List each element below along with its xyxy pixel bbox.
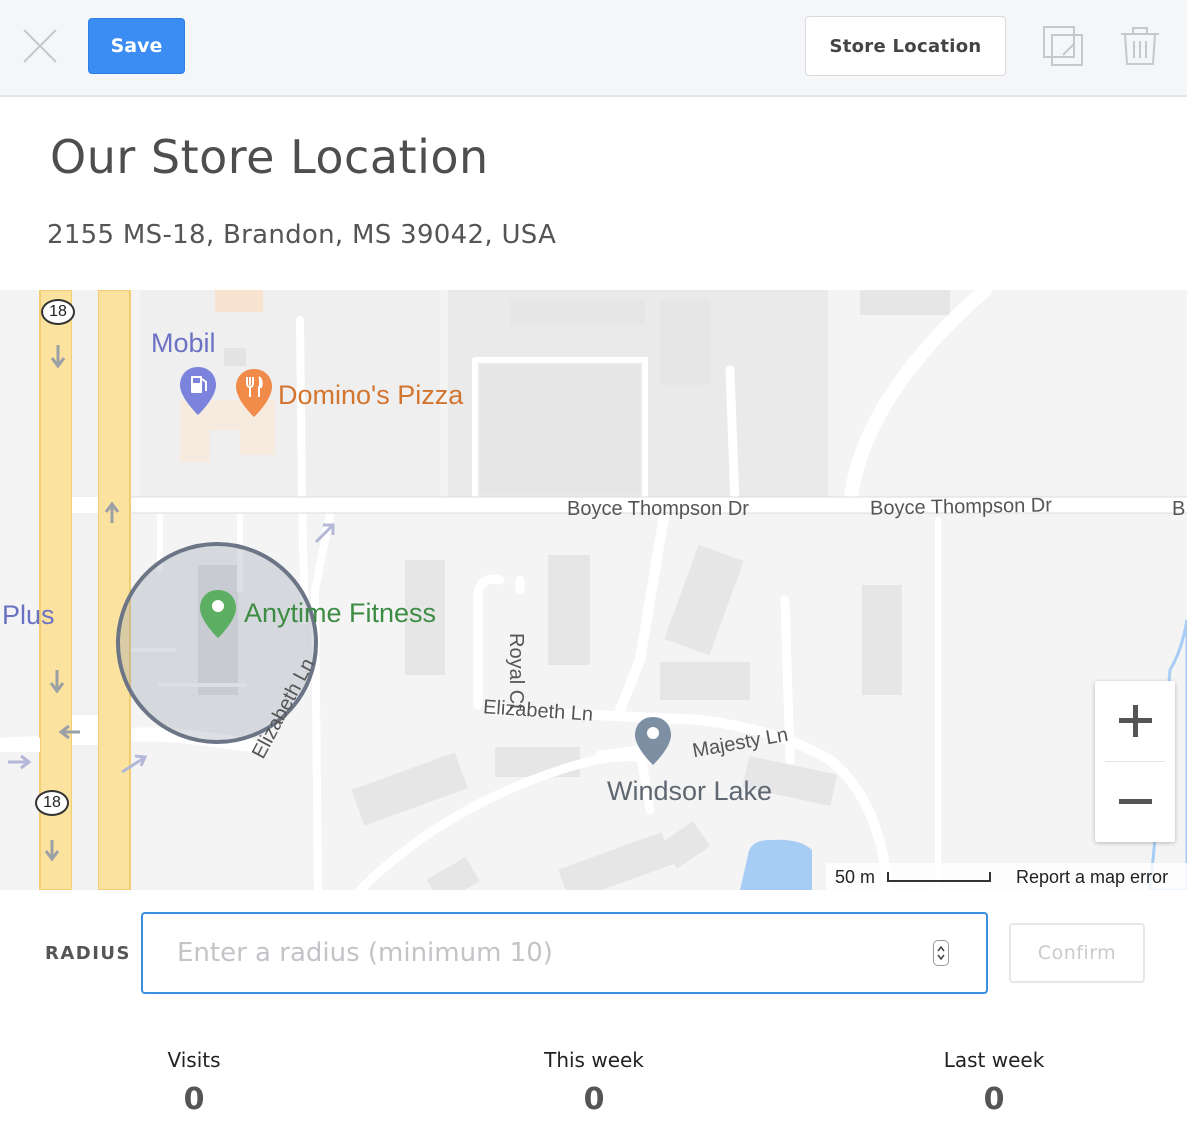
restaurant-pin-icon[interactable]	[234, 367, 274, 419]
street-label: Boyce Thompson Dr	[567, 498, 749, 520]
stat-label: Last week	[943, 1048, 1045, 1072]
stat-label: This week	[544, 1048, 644, 1072]
save-button[interactable]: Save	[88, 18, 185, 74]
store-location-button[interactable]: Store Location	[805, 16, 1006, 76]
gas-station-pin-icon[interactable]	[178, 365, 218, 417]
stepper-arrows-icon	[937, 945, 945, 961]
street-label: B	[1172, 498, 1186, 520]
scale-bar	[887, 872, 991, 882]
radius-label: RADIUS	[45, 943, 132, 964]
map-label-anytime-fitness: Anytime Fitness	[244, 598, 437, 628]
zoom-out-button[interactable]	[1095, 762, 1175, 842]
stat-visits: Visits 0	[94, 1048, 294, 1117]
stat-value: 0	[183, 1082, 205, 1117]
toolbar: Save Store Location	[0, 0, 1187, 97]
place-pin-icon[interactable]	[633, 715, 673, 767]
report-map-error-link[interactable]: Report a map error	[1016, 867, 1168, 888]
duplicate-icon[interactable]	[1041, 24, 1085, 68]
close-icon[interactable]	[20, 26, 60, 66]
zoom-controls	[1095, 681, 1175, 842]
map-footer: 50 m Report a map error	[826, 863, 1187, 890]
map-view[interactable]: 18 18 Mobil Domino's Pizza Anytime Fitne…	[0, 290, 1187, 890]
map-label-plus: Plus	[2, 600, 55, 630]
stat-label: Visits	[167, 1048, 221, 1072]
fitness-pin-icon[interactable]	[198, 588, 238, 640]
stat-value: 0	[983, 1082, 1005, 1117]
minus-icon	[1119, 799, 1152, 804]
store-address: 2155 MS-18, Brandon, MS 39042, USA	[47, 220, 557, 250]
scale-label: 50 m	[835, 867, 876, 887]
street-label: Boyce Thompson Dr	[869, 494, 1053, 520]
radius-stepper[interactable]	[933, 940, 949, 966]
plus-icon	[1119, 705, 1152, 737]
page-title: Our Store Location	[50, 130, 489, 184]
stat-this-week: This week 0	[494, 1048, 694, 1117]
stat-value: 0	[583, 1082, 605, 1117]
radius-input[interactable]	[141, 912, 988, 994]
route-shield: 18	[35, 790, 69, 816]
zoom-in-button[interactable]	[1095, 681, 1175, 761]
stat-last-week: Last week 0	[894, 1048, 1094, 1117]
route-shield: 18	[41, 299, 75, 325]
confirm-button[interactable]: Confirm	[1009, 923, 1145, 983]
map-label-dominos: Domino's Pizza	[278, 380, 464, 410]
map-label-mobil: Mobil	[151, 328, 216, 358]
map-label-windsor-lake: Windsor Lake	[607, 776, 773, 806]
trash-icon[interactable]	[1118, 24, 1162, 68]
